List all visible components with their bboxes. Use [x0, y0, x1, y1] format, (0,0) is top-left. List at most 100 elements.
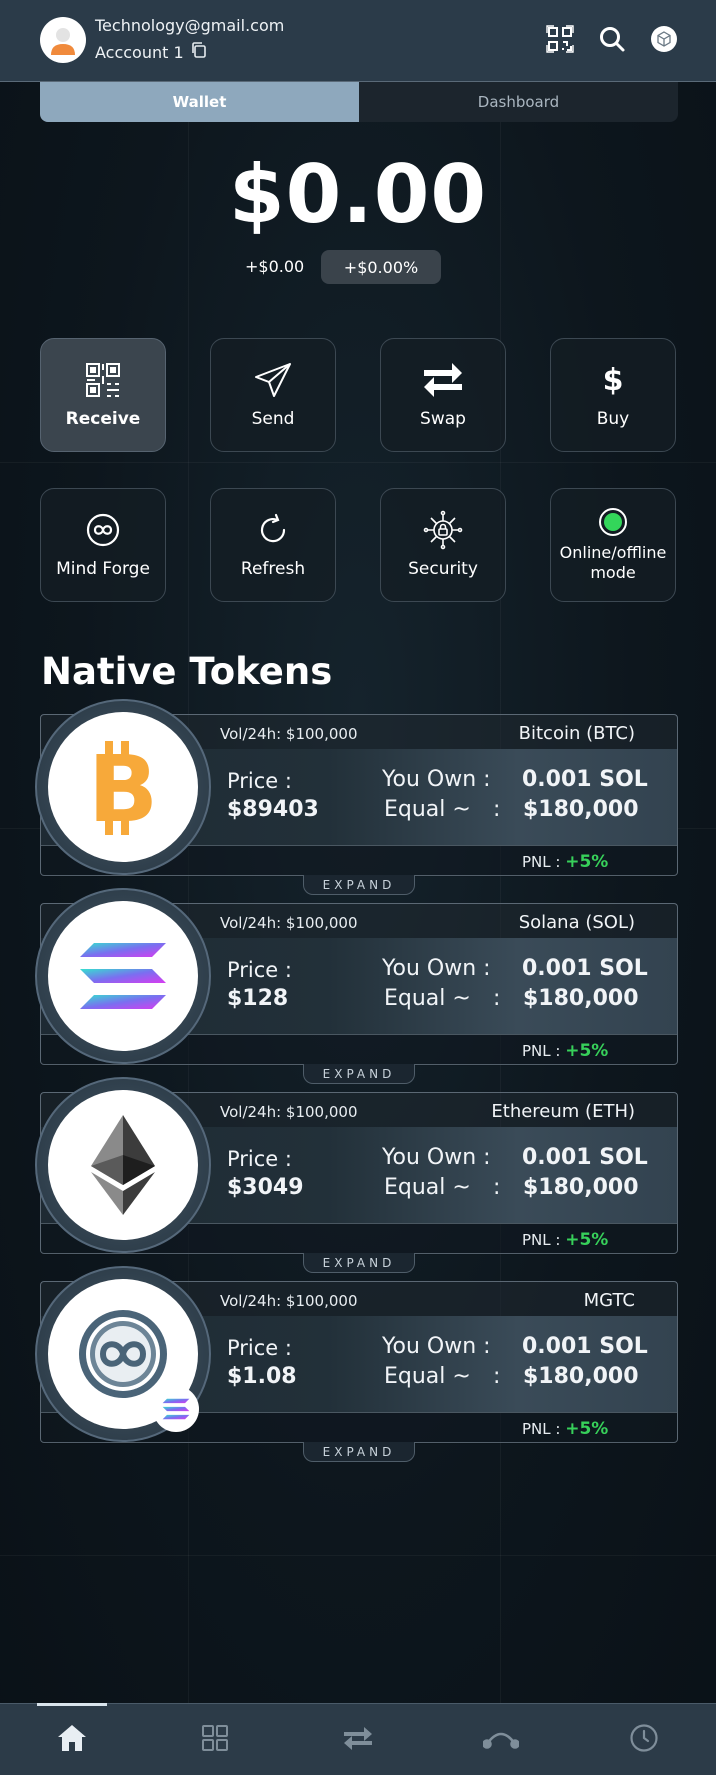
bottom-nav [0, 1703, 716, 1775]
qr-code-icon [85, 361, 121, 399]
expand-button[interactable]: EXPAND [303, 1064, 415, 1084]
send-button[interactable]: Send [210, 338, 336, 452]
security-lock-icon [423, 510, 463, 550]
search-icon[interactable] [597, 24, 627, 54]
bridge-icon [482, 1726, 521, 1754]
token-volume: Vol/24h: $100,000 [220, 1292, 358, 1310]
token-name: Solana (SOL) [518, 912, 635, 933]
apps-grid-icon [201, 1724, 229, 1756]
token-name: MGTC [583, 1290, 635, 1311]
account-name[interactable]: Acccount 1 [95, 41, 208, 63]
token-owned: 0.001 SOL [522, 1334, 648, 1359]
token-volume: Vol/24h: $100,000 [220, 725, 358, 743]
token-name: Ethereum (ETH) [491, 1101, 635, 1122]
token-volume: Vol/24h: $100,000 [220, 1103, 358, 1121]
swap-label: Swap [420, 409, 466, 429]
dollar-icon: $ [602, 362, 624, 398]
home-icon [57, 1724, 87, 1756]
tab-wallet[interactable]: Wallet [40, 82, 359, 122]
token-price: $128 [227, 986, 289, 1011]
buy-button[interactable]: $ Buy [550, 338, 676, 452]
token-equal-value: $180,000 [523, 986, 639, 1011]
coin-badge [35, 888, 211, 1064]
price-label: Price : [227, 1147, 292, 1171]
receive-button[interactable]: Receive [40, 338, 166, 452]
token-owned: 0.001 SOL [522, 767, 648, 792]
security-label: Security [408, 559, 478, 579]
own-label: You Own : [382, 1145, 491, 1170]
token-pnl: PNL : +5% [522, 852, 609, 872]
equal-colon: : [493, 1175, 501, 1200]
active-indicator [36, 1703, 107, 1706]
token-name: Bitcoin (BTC) [518, 723, 635, 744]
token-equal-value: $180,000 [523, 1364, 639, 1389]
coin-badge [35, 1077, 211, 1253]
app-header: Technology@gmail.com Acccount 1 [0, 0, 716, 82]
equal-colon: : [493, 986, 501, 1011]
token-owned: 0.001 SOL [522, 956, 648, 981]
token-pnl: PNL : +5% [522, 1419, 609, 1439]
copy-icon[interactable] [190, 41, 208, 63]
token-equal-value: $180,000 [523, 797, 639, 822]
expand-button[interactable]: EXPAND [303, 875, 415, 895]
avatar[interactable] [40, 17, 86, 63]
equal-colon: : [493, 1364, 501, 1389]
mind-forge-label: Mind Forge [56, 559, 150, 579]
nav-transfer[interactable] [286, 1704, 429, 1775]
mind-forge-button[interactable]: Mind Forge [40, 488, 166, 602]
refresh-icon [256, 511, 290, 549]
balance-change-value: +$0.00 [245, 257, 305, 276]
own-label: You Own : [382, 767, 491, 792]
infinity-icon [86, 511, 120, 549]
token-equal-value: $180,000 [523, 1175, 639, 1200]
token-pnl: PNL : +5% [522, 1041, 609, 1061]
equal-label: Equal ~ [384, 797, 471, 822]
token-card-mgtc[interactable]: Vol/24h: $100,000 MGTC Price : $1.08 You… [35, 1266, 678, 1462]
own-label: You Own : [382, 1334, 491, 1359]
refresh-label: Refresh [240, 559, 306, 579]
send-label: Send [251, 409, 295, 429]
coin-badge: B [35, 699, 211, 875]
token-card-btc[interactable]: Vol/24h: $100,000 Bitcoin (BTC) Price : … [35, 699, 678, 895]
equal-label: Equal ~ [384, 1175, 471, 1200]
refresh-button[interactable]: Refresh [210, 488, 336, 602]
price-label: Price : [227, 769, 292, 793]
bitcoin-icon: B [48, 712, 198, 862]
swap-button[interactable]: Swap [380, 338, 506, 452]
token-price: $89403 [227, 797, 319, 822]
solana-network-badge-icon [153, 1386, 199, 1432]
transfer-arrows-icon [342, 1725, 374, 1755]
token-card-sol[interactable]: Vol/24h: $100,000 Solana (SOL) Price : $… [35, 888, 678, 1084]
network-cube-icon[interactable] [649, 24, 679, 54]
balance-change-percent: +$0.00% [321, 250, 441, 284]
account-email: Technology@gmail.com [95, 16, 285, 35]
nav-home[interactable] [0, 1703, 143, 1775]
view-tabs: Wallet Dashboard [40, 82, 678, 122]
token-card-eth[interactable]: Vol/24h: $100,000 Ethereum (ETH) Price :… [35, 1077, 678, 1273]
total-balance: $0.00 [228, 148, 488, 241]
equal-label: Equal ~ [384, 1364, 471, 1389]
equal-label: Equal ~ [384, 986, 471, 1011]
history-clock-icon [629, 1723, 659, 1757]
account-label: Acccount 1 [95, 42, 184, 62]
section-title: Native Tokens [41, 650, 333, 693]
ethereum-icon [48, 1090, 198, 1240]
swap-arrows-icon [422, 361, 464, 399]
security-button[interactable]: Security [380, 488, 506, 602]
buy-label: Buy [596, 409, 630, 429]
tab-dashboard[interactable]: Dashboard [359, 82, 678, 122]
online-offline-label: Online/offline mode [559, 543, 667, 582]
nav-history[interactable] [573, 1704, 716, 1775]
expand-button[interactable]: EXPAND [303, 1253, 415, 1273]
expand-button[interactable]: EXPAND [303, 1442, 415, 1462]
coin-badge [35, 1266, 211, 1442]
own-label: You Own : [382, 956, 491, 981]
receive-label: Receive [65, 409, 141, 429]
qr-scan-icon[interactable] [545, 24, 575, 54]
equal-colon: : [493, 797, 501, 822]
price-label: Price : [227, 958, 292, 982]
nav-bridge[interactable] [430, 1704, 573, 1775]
token-pnl: PNL : +5% [522, 1230, 609, 1250]
online-offline-toggle[interactable]: Online/offline mode [550, 488, 676, 602]
nav-apps[interactable] [143, 1704, 286, 1775]
